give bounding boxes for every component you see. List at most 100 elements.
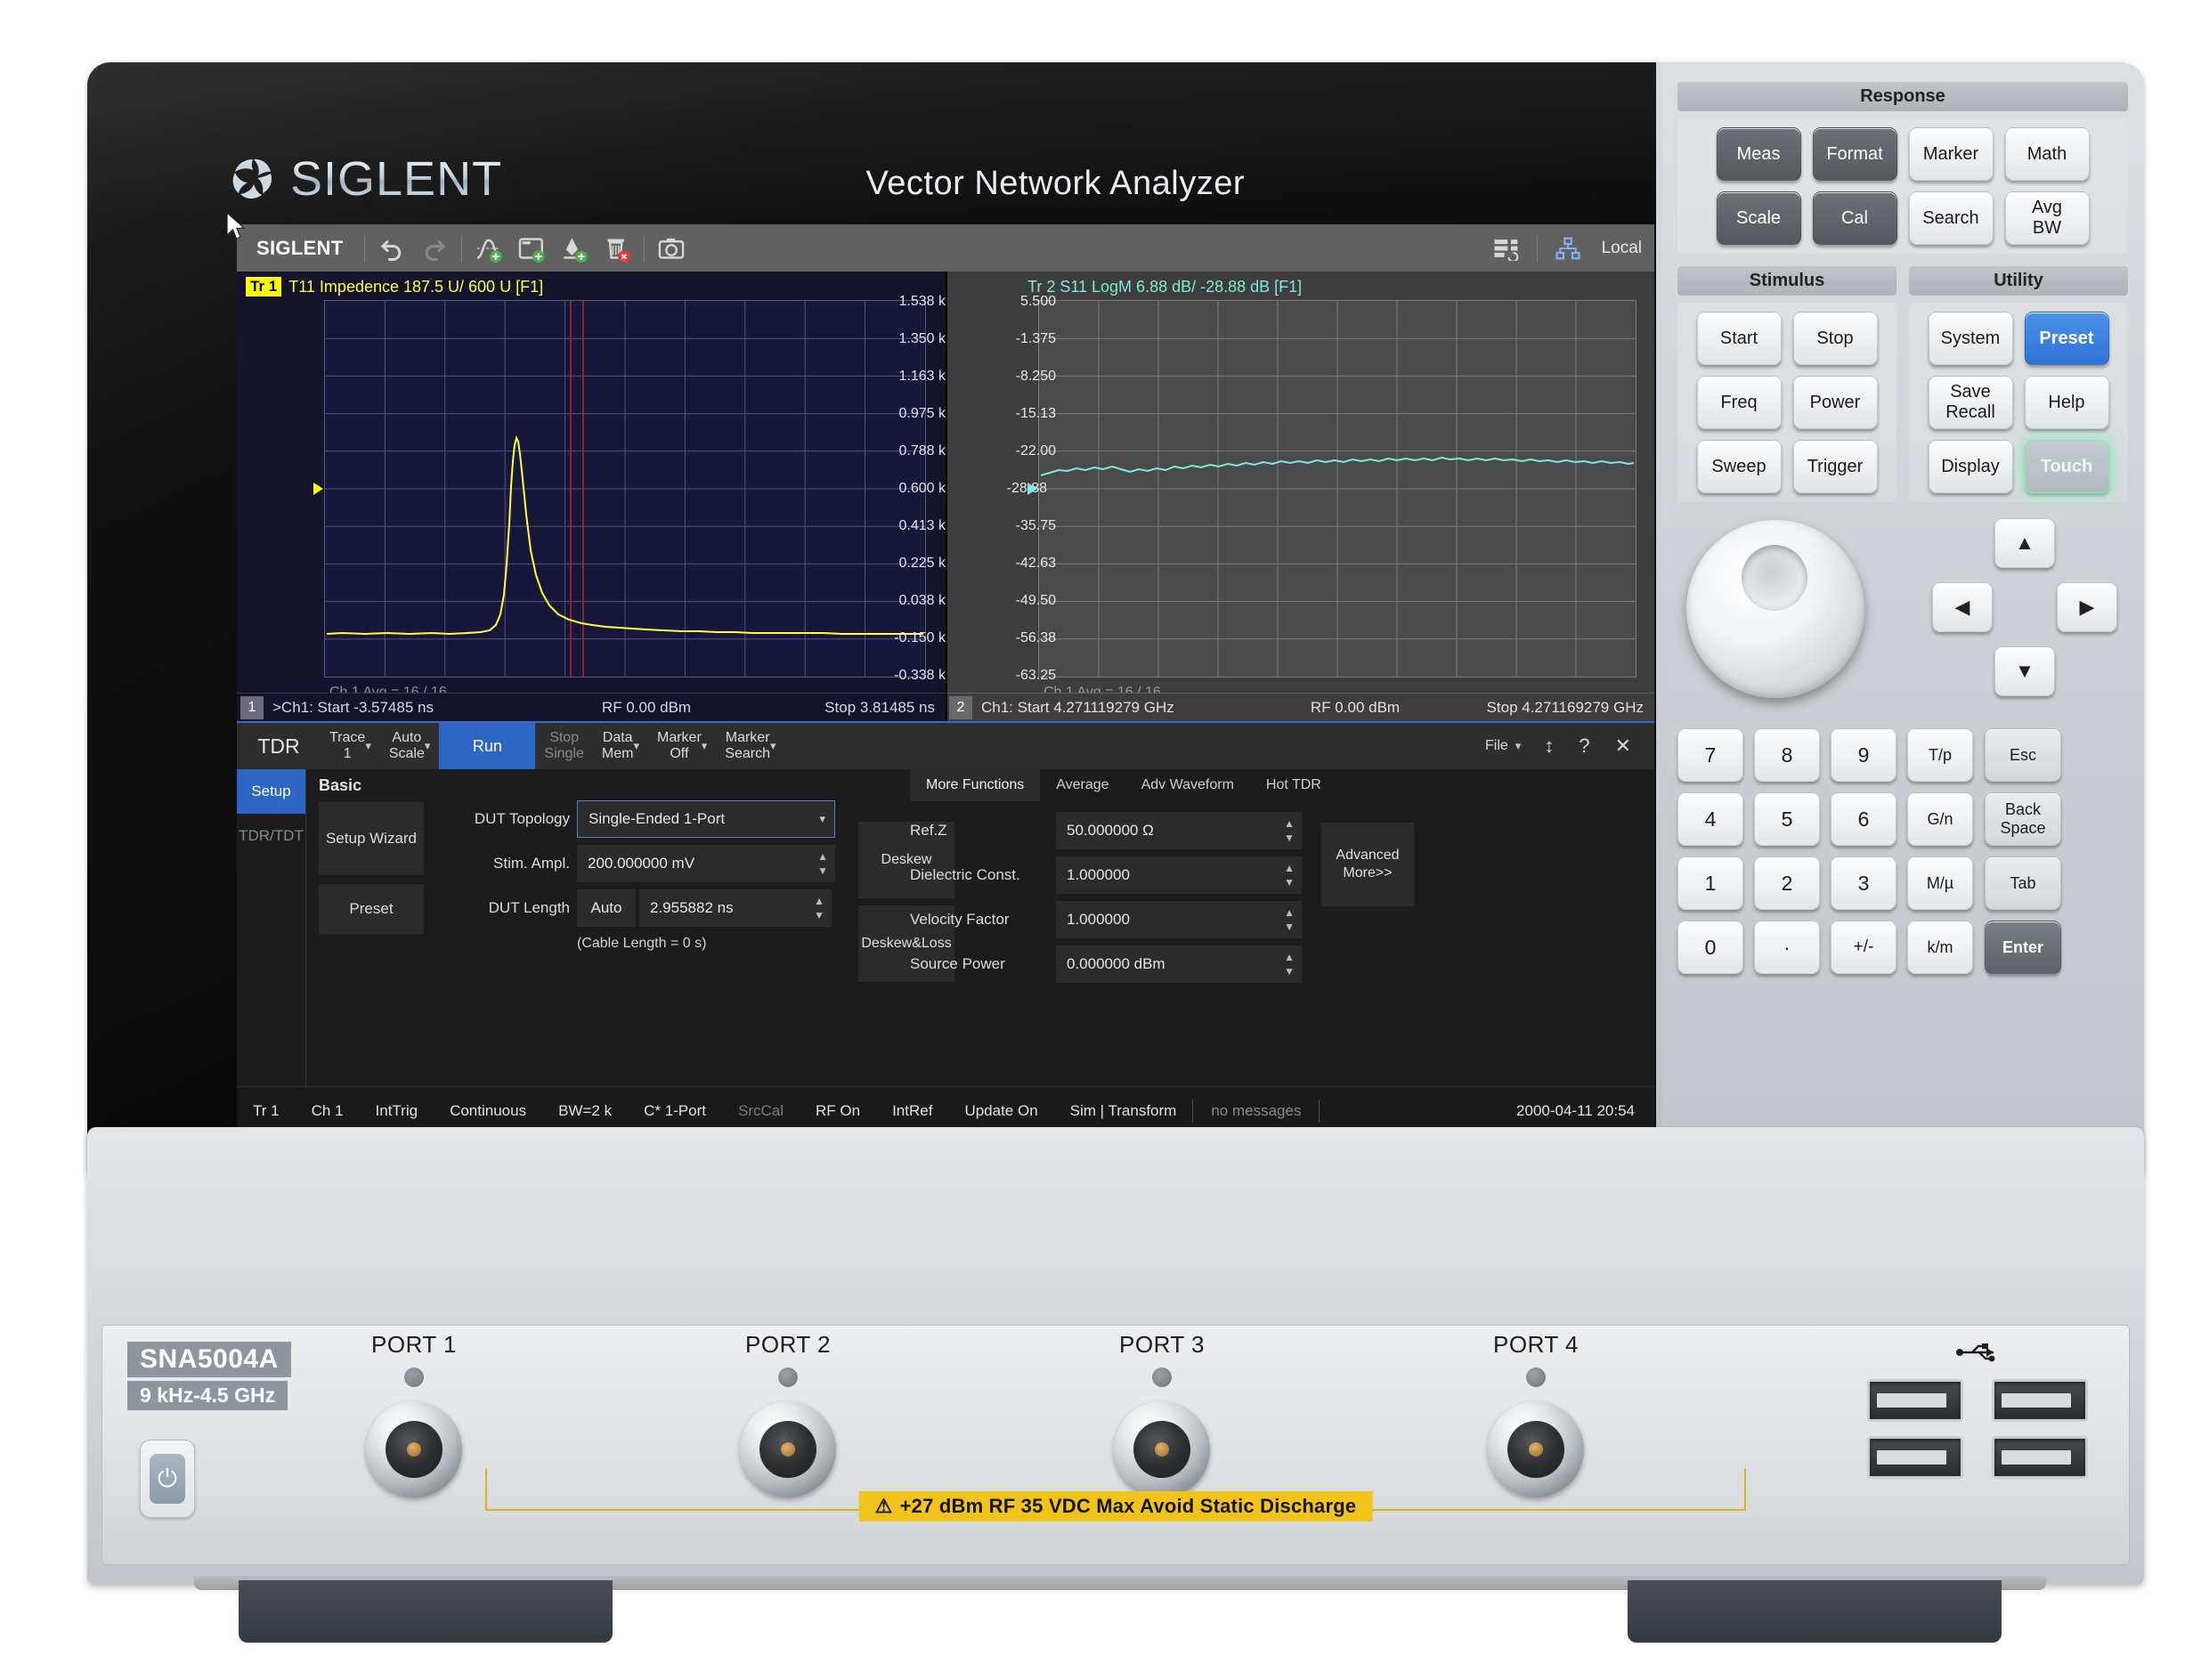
- advanced-more-button[interactable]: Advanced More>>: [1321, 823, 1414, 906]
- dut-length-stepper[interactable]: ▲ ▼: [814, 889, 824, 927]
- arrow-down-button[interactable]: ▼: [1994, 646, 2055, 696]
- marker-search-button[interactable]: Marker Search ▾: [716, 723, 784, 769]
- side-tab-tdr-tdt[interactable]: TDR/TDT: [237, 814, 305, 858]
- port-4-connector[interactable]: [1488, 1401, 1584, 1497]
- key-start[interactable]: Start: [1696, 312, 1782, 365]
- redo-icon[interactable]: [413, 229, 456, 268]
- quick-settings-icon[interactable]: [1485, 229, 1528, 268]
- arrow-up-button[interactable]: ▲: [1994, 518, 2055, 568]
- side-tab-setup[interactable]: Setup: [237, 769, 305, 814]
- data-mem-button[interactable]: Data Mem ▾: [593, 723, 648, 769]
- chart-left[interactable]: Tr 1 T11 Impedence 187.5 U/ 600 U [F1] 1…: [237, 272, 946, 721]
- stim-ampl-stepper[interactable]: ▲ ▼: [817, 845, 828, 882]
- key-search[interactable]: Search: [1908, 191, 1994, 245]
- stop-single-button[interactable]: Stop Single: [535, 723, 592, 769]
- marker-off-button[interactable]: Marker Off ▾: [648, 723, 716, 769]
- usb-port-2[interactable]: [1992, 1379, 2088, 1422]
- local-status-label[interactable]: Local: [1602, 239, 1642, 258]
- key-save-recall[interactable]: Save Recall: [1928, 376, 2013, 429]
- key-marker[interactable]: Marker: [1908, 127, 1994, 181]
- key-mega-micro[interactable]: M/µ: [1907, 856, 1973, 910]
- port-2-connector[interactable]: [740, 1401, 836, 1497]
- key-meas[interactable]: Meas: [1716, 127, 1801, 181]
- key-esc[interactable]: Esc: [1985, 728, 2061, 782]
- key-2[interactable]: 2: [1754, 856, 1820, 910]
- tab-average[interactable]: Average: [1040, 769, 1125, 801]
- run-button[interactable]: Run: [439, 723, 536, 769]
- key-stop[interactable]: Stop: [1792, 312, 1878, 365]
- port-1-connector[interactable]: [366, 1401, 462, 1497]
- usb-port-1[interactable]: [1867, 1379, 1963, 1422]
- key-cal[interactable]: Cal: [1812, 191, 1897, 245]
- key-preset[interactable]: Preset: [2024, 312, 2109, 365]
- file-menu-button[interactable]: File ▾: [1476, 723, 1530, 769]
- key-freq[interactable]: Freq: [1696, 376, 1782, 429]
- chart-left-plot[interactable]: [324, 300, 926, 678]
- trace-selector[interactable]: Trace 1 ▾: [321, 723, 380, 769]
- key-scale[interactable]: Scale: [1716, 191, 1801, 245]
- key-format[interactable]: Format: [1812, 127, 1897, 181]
- add-marker-icon[interactable]: [553, 229, 596, 268]
- key-system[interactable]: System: [1928, 312, 2013, 365]
- dut-topology-select[interactable]: Single-Ended 1-Port ▾: [577, 800, 835, 838]
- close-icon[interactable]: ✕: [1604, 734, 1642, 758]
- port-3[interactable]: PORT 3: [1073, 1331, 1251, 1497]
- help-icon[interactable]: ?: [1568, 734, 1600, 758]
- add-channel-icon[interactable]: [510, 229, 553, 268]
- key-trigger[interactable]: Trigger: [1792, 440, 1878, 493]
- key-giga-nano[interactable]: G/n: [1907, 792, 1973, 846]
- port-4[interactable]: PORT 4: [1447, 1331, 1625, 1497]
- key-power[interactable]: Power: [1792, 376, 1878, 429]
- dut-length-input[interactable]: 2.955882 ns ▲ ▼: [639, 889, 832, 927]
- key-display[interactable]: Display: [1928, 440, 2013, 493]
- chart-right-plot[interactable]: [1038, 300, 1637, 678]
- arrow-right-button[interactable]: ▶: [2057, 582, 2117, 632]
- key-sweep[interactable]: Sweep: [1696, 440, 1782, 493]
- key-5[interactable]: 5: [1754, 792, 1820, 846]
- dielectric-const-stepper[interactable]: ▲ ▼: [1284, 856, 1295, 894]
- key-3[interactable]: 3: [1831, 856, 1896, 910]
- key-tab[interactable]: Tab: [1985, 856, 2061, 910]
- key-plus-minus[interactable]: +/-: [1831, 921, 1896, 974]
- key-backspace[interactable]: Back Space: [1985, 792, 2061, 846]
- refz-stepper[interactable]: ▲ ▼: [1284, 812, 1295, 849]
- key-9[interactable]: 9: [1831, 728, 1896, 782]
- screenshot-icon[interactable]: [650, 229, 693, 268]
- key-8[interactable]: 8: [1754, 728, 1820, 782]
- preset-button[interactable]: Preset: [319, 884, 424, 934]
- key-help[interactable]: Help: [2024, 376, 2109, 429]
- key-enter[interactable]: Enter: [1985, 921, 2061, 974]
- key-touch[interactable]: Touch: [2024, 440, 2109, 493]
- setup-wizard-button[interactable]: Setup Wizard: [319, 802, 424, 875]
- dielectric-const-input[interactable]: 1.000000 ▲ ▼: [1056, 856, 1302, 894]
- dut-length-auto-button[interactable]: Auto: [577, 889, 636, 927]
- tab-hot-tdr[interactable]: Hot TDR: [1249, 769, 1337, 801]
- resize-icon[interactable]: ↕: [1533, 734, 1564, 758]
- key-6[interactable]: 6: [1831, 792, 1896, 846]
- rotary-knob[interactable]: [1686, 520, 1864, 698]
- usb-port-3[interactable]: [1867, 1436, 1963, 1479]
- stim-ampl-input[interactable]: 200.000000 mV ▲ ▼: [577, 845, 835, 882]
- tab-adv-waveform[interactable]: Adv Waveform: [1125, 769, 1250, 801]
- key-tera-pico[interactable]: T/p: [1907, 728, 1973, 782]
- port-1[interactable]: PORT 1: [325, 1331, 503, 1497]
- key-0[interactable]: 0: [1677, 921, 1743, 974]
- delete-icon[interactable]: [596, 229, 638, 268]
- key-kilo-milli[interactable]: k/m: [1907, 921, 1973, 974]
- arrow-left-button[interactable]: ◀: [1932, 582, 1993, 632]
- key-1[interactable]: 1: [1677, 856, 1743, 910]
- source-power-input[interactable]: 0.000000 dBm ▲ ▼: [1056, 946, 1302, 983]
- port-2[interactable]: PORT 2: [699, 1331, 877, 1497]
- key-avg-bw[interactable]: Avg BW: [2004, 191, 2090, 245]
- velocity-factor-input[interactable]: 1.000000 ▲ ▼: [1056, 901, 1302, 938]
- key-4[interactable]: 4: [1677, 792, 1743, 846]
- source-power-stepper[interactable]: ▲ ▼: [1284, 946, 1295, 983]
- velocity-factor-stepper[interactable]: ▲ ▼: [1284, 901, 1295, 938]
- port-3-connector[interactable]: [1114, 1401, 1210, 1497]
- key-decimal-point[interactable]: ·: [1754, 921, 1820, 974]
- power-button[interactable]: ⏻: [140, 1440, 195, 1518]
- tab-more-functions[interactable]: More Functions: [910, 769, 1041, 801]
- refz-input[interactable]: 50.000000 Ω ▲ ▼: [1056, 812, 1302, 849]
- undo-icon[interactable]: [370, 229, 413, 268]
- add-trace-icon[interactable]: [467, 229, 510, 268]
